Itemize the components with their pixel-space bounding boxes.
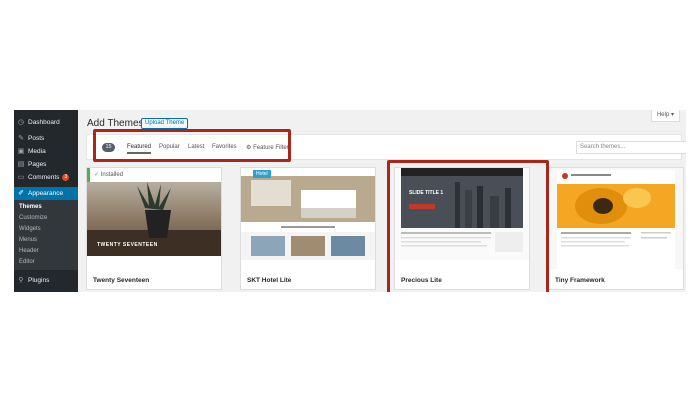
media-icon: ▣ (17, 147, 25, 155)
submenu-item-themes[interactable]: Themes (14, 202, 78, 213)
comment-count-badge: 3 (62, 174, 70, 181)
upload-theme-button[interactable]: Upload Theme (141, 118, 189, 129)
wp-admin-screenshot: ◷ Dashboard ✎ Posts ▣ Media ▤ Pages ▭ Comment… (14, 110, 686, 292)
admin-sidebar: ◷ Dashboard ✎ Posts ▣ Media ▤ Pages ▭ Comment… (14, 110, 78, 292)
page-icon: ▤ (17, 160, 25, 168)
theme-screenshot: Hotel (241, 168, 375, 269)
filter-highlight-box (93, 129, 291, 162)
submenu-item-customize[interactable]: Customize (14, 213, 78, 224)
sidebar-item-posts[interactable]: ✎ Posts (14, 132, 78, 145)
comment-icon: ▭ (17, 173, 25, 181)
help-tab-button[interactable]: Help ▾ (650, 110, 680, 122)
theme-name: SKT Hotel Lite (247, 277, 292, 284)
dashboard-icon: ◷ (17, 118, 25, 126)
submenu-item-menus[interactable]: Menus (14, 235, 78, 246)
search-themes-input[interactable]: Search themes... (576, 141, 686, 154)
submenu-item-widgets[interactable]: Widgets (14, 224, 78, 235)
sidebar-item-plugins[interactable]: ⚲ Plugins (14, 274, 78, 287)
theme-logo-label: Hotel (253, 170, 271, 178)
sidebar-item-pages[interactable]: ▤ Pages (14, 158, 78, 171)
submenu-item-editor[interactable]: Editor (14, 257, 78, 268)
sidebar-item-appearance[interactable]: ✐ Appearance (14, 187, 78, 200)
theme-highlight-box (387, 160, 549, 292)
pin-icon: ✎ (18, 134, 24, 142)
theme-card-tiny-framework[interactable]: Tiny Framework (548, 167, 684, 290)
paintbrush-icon: ✐ (18, 189, 24, 197)
theme-hero-text: TWENTY SEVENTEEN (97, 242, 158, 248)
theme-screenshot: ✓ Installed TWENTY SEVENTEEN (87, 168, 221, 269)
theme-screenshot (549, 168, 683, 269)
theme-name: Twenty Seventeen (93, 277, 150, 284)
sidebar-item-media[interactable]: ▣ Media (14, 145, 78, 158)
theme-name: Tiny Framework (555, 277, 605, 284)
checkmark-icon: ✓ (94, 172, 100, 178)
appearance-submenu: Themes Customize Widgets Menus Header Ed… (14, 200, 78, 270)
sidebar-item-comments[interactable]: ▭ Comments 3 (14, 171, 78, 184)
installed-notice: ✓ Installed (87, 168, 221, 182)
theme-card-skt-hotel-lite[interactable]: Hotel SKT Hotel Lite (240, 167, 376, 290)
sidebar-item-dashboard[interactable]: ◷ Dashboard (14, 116, 78, 129)
plugin-icon: ⚲ (18, 276, 24, 284)
page-title: Add Themes (87, 118, 144, 129)
submenu-item-header[interactable]: Header (14, 246, 78, 257)
theme-card-twenty-seventeen[interactable]: ✓ Installed TWENTY SEVENTEEN Twenty Seve… (86, 167, 222, 290)
